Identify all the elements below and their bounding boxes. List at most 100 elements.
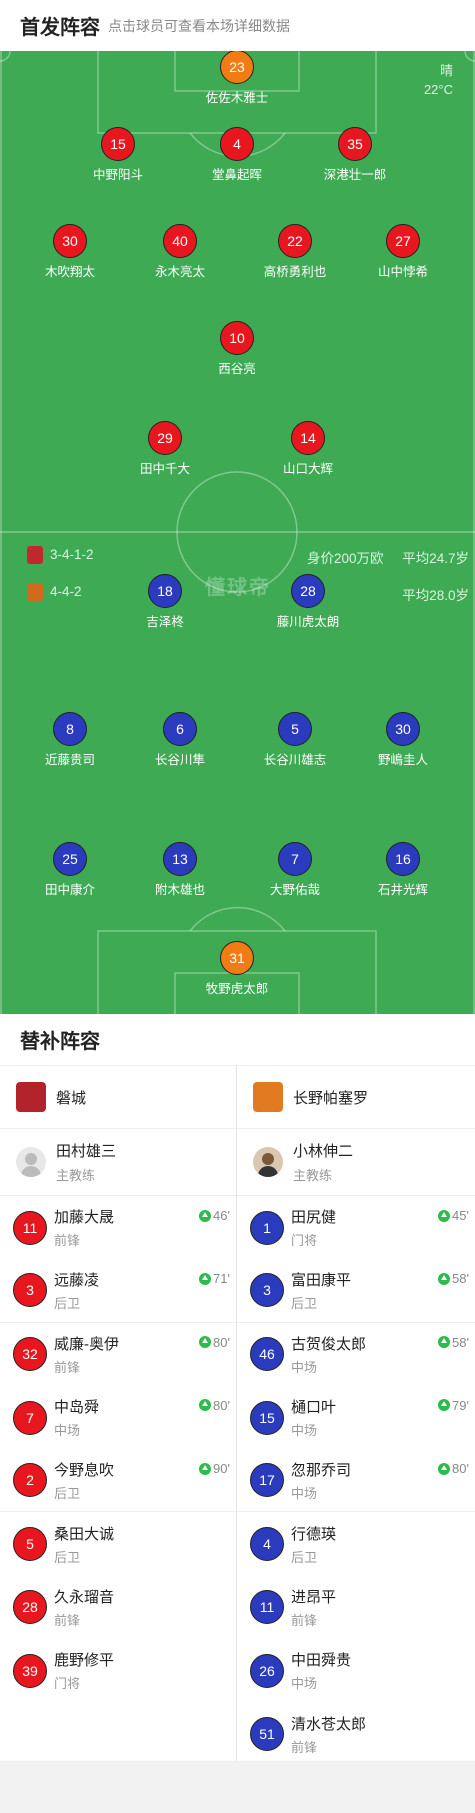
- bench-player-position: 中场: [291, 1423, 318, 1439]
- away-coach-name: 小林伸二: [293, 1143, 354, 1160]
- away-player[interactable]: 25 田中康介: [20, 842, 120, 898]
- away-team-summary: 4-4-2 平均28.0岁: [0, 582, 475, 604]
- away-player[interactable]: 5 长谷川雄志: [245, 712, 345, 768]
- bench-player-row[interactable]: 3 远藤凌 后卫 71': [0, 1259, 236, 1323]
- player-name: 中野阳斗: [92, 168, 143, 182]
- player-number: 23: [220, 51, 254, 84]
- bench-player-number: 28: [13, 1590, 47, 1625]
- bench-player-row[interactable]: 32 威廉-奥伊 前锋 80': [0, 1323, 236, 1386]
- bench-player-position: 前锋: [291, 1739, 318, 1755]
- player-name: 堂鼻起晖: [211, 168, 262, 182]
- home-player[interactable]: 40 永木亮太: [130, 224, 230, 280]
- bench-player-row[interactable]: 11 进昂平 前锋: [237, 1576, 475, 1639]
- sub-in-icon: [438, 1462, 451, 1475]
- player-name: 佐佐木雅士: [205, 91, 269, 105]
- player-number: 14: [291, 421, 325, 455]
- bench-player-row[interactable]: 1 田尻健 门将 45': [237, 1196, 475, 1259]
- away-bench: 长野帕塞罗 小林伸二 主教练 1 田尻健 门将 45' 3 富田康平 后卫 58' 46 古贺俊太…: [237, 1066, 475, 1761]
- player-number: 5: [278, 712, 312, 746]
- bench-player-row[interactable]: 39 鹿野修平 门将: [0, 1639, 236, 1702]
- bench-player-name: 远藤凌: [54, 1271, 100, 1289]
- bench-player-row[interactable]: 51 清水苍太郎 前锋: [237, 1702, 475, 1765]
- home-player[interactable]: 27 山中悖希: [353, 224, 453, 280]
- away-player[interactable]: 8 近藤贵司: [20, 712, 120, 768]
- bench-player-row[interactable]: 46 古贺俊太郎 中场 58': [237, 1323, 475, 1386]
- sub-in-icon: [199, 1462, 212, 1475]
- bench-player-name: 中岛舜: [54, 1399, 100, 1417]
- page-subtitle: 点击球员可查看本场详细数据: [108, 17, 290, 34]
- player-name: 田中千大: [139, 462, 190, 476]
- home-coach[interactable]: 田村雄三 主教练: [0, 1129, 236, 1196]
- bench-player-name: 清水苍太郎: [291, 1715, 367, 1733]
- away-player[interactable]: 30 野嶋圭人: [353, 712, 453, 768]
- sub-in-icon: [199, 1209, 212, 1222]
- away-player[interactable]: 31 牧野虎太郎: [187, 941, 287, 997]
- player-name: 山中悖希: [377, 265, 428, 279]
- player-name: 高桥勇利也: [263, 265, 327, 279]
- bench-player-row[interactable]: 4 行德瑛 后卫: [237, 1512, 475, 1575]
- bench-player-number: 11: [13, 1210, 47, 1245]
- away-coach[interactable]: 小林伸二 主教练: [237, 1129, 475, 1196]
- away-avg-age: 平均28.0岁: [402, 588, 469, 603]
- bench-player-row[interactable]: 26 中田舜贵 中场: [237, 1639, 475, 1702]
- home-coach-name: 田村雄三: [56, 1143, 117, 1160]
- subs-title: 替补阵容: [0, 1014, 475, 1066]
- away-bench-team-name: 长野帕塞罗: [293, 1089, 369, 1107]
- bench-player-row[interactable]: 17 忽那乔司 中场 80': [237, 1449, 475, 1513]
- bench-player-number: 26: [250, 1653, 284, 1688]
- bench-player-row[interactable]: 11 加藤大晟 前锋 46': [0, 1196, 236, 1259]
- player-name: 野嶋圭人: [377, 753, 428, 767]
- bench-player-name: 鹿野修平: [54, 1652, 115, 1670]
- bench-player-number: 4: [250, 1527, 284, 1562]
- home-player[interactable]: 22 高桥勇利也: [245, 224, 345, 280]
- weather-condition: 晴: [439, 63, 453, 78]
- bench-player-name: 今野息吹: [54, 1461, 115, 1479]
- home-player[interactable]: 4 堂鼻起晖: [187, 127, 287, 183]
- player-name: 田中康介: [44, 883, 95, 897]
- away-player[interactable]: 13 附木雄也: [130, 842, 230, 898]
- home-team-logo: [27, 546, 43, 564]
- bench-player-row[interactable]: 15 樋口叶 中场 79': [237, 1386, 475, 1449]
- bench-player-row[interactable]: 7 中岛舜 中场 80': [0, 1386, 236, 1449]
- sub-in-time: 71': [213, 1271, 230, 1287]
- sub-in-indicator: 90': [199, 1461, 230, 1476]
- player-number: 7: [278, 842, 312, 876]
- home-player[interactable]: 23 佐佐木雅士: [187, 51, 287, 106]
- sub-in-icon: [438, 1272, 451, 1285]
- bench-player-number: 46: [250, 1337, 284, 1372]
- away-player[interactable]: 18 吉泽柊: [115, 574, 215, 630]
- home-player[interactable]: 35 深港壮一郎: [305, 127, 405, 183]
- home-player[interactable]: 15 中野阳斗: [68, 127, 168, 183]
- bench-player-position: 门将: [291, 1233, 318, 1249]
- sub-in-icon: [199, 1399, 212, 1412]
- away-player[interactable]: 6 长谷川隼: [130, 712, 230, 768]
- player-name: 牧野虎太郎: [205, 982, 269, 996]
- home-player[interactable]: 29 田中千大: [115, 421, 215, 477]
- sub-in-icon: [199, 1336, 212, 1349]
- player-name: 长谷川隼: [154, 753, 205, 767]
- bench-player-row[interactable]: 28 久永瑠音 前锋: [0, 1576, 236, 1639]
- away-player[interactable]: 28 藤川虎太朗: [258, 574, 358, 630]
- home-player[interactable]: 10 西谷亮: [187, 321, 287, 377]
- home-bench-team[interactable]: 磐城: [0, 1066, 236, 1129]
- coach-avatar: [16, 1147, 46, 1177]
- bench-player-name: 忽那乔司: [291, 1461, 352, 1479]
- bench-player-row[interactable]: 3 富田康平 后卫 58': [237, 1259, 475, 1323]
- player-name: 山口大辉: [282, 462, 333, 476]
- bench-player-position: 后卫: [291, 1295, 318, 1311]
- home-player[interactable]: 14 山口大辉: [258, 421, 358, 477]
- sub-in-icon: [438, 1399, 451, 1412]
- bench-player-number: 39: [13, 1653, 47, 1688]
- bench-player-row[interactable]: 5 桑田大诚 后卫: [0, 1512, 236, 1575]
- player-number: 18: [148, 574, 182, 608]
- home-player[interactable]: 30 木吹翔太: [20, 224, 120, 280]
- away-player[interactable]: 16 石井光辉: [353, 842, 453, 898]
- away-bench-team[interactable]: 长野帕塞罗: [237, 1066, 475, 1129]
- bench-player-position: 后卫: [54, 1485, 81, 1501]
- away-player[interactable]: 7 大野佑哉: [245, 842, 345, 898]
- bench-player-row[interactable]: 2 今野息吹 后卫 90': [0, 1449, 236, 1513]
- bench-player-name: 行德瑛: [291, 1525, 337, 1543]
- player-name: 大野佑哉: [269, 883, 320, 897]
- bench-player-number: 11: [250, 1590, 284, 1625]
- bench-player-position: 中场: [54, 1423, 81, 1439]
